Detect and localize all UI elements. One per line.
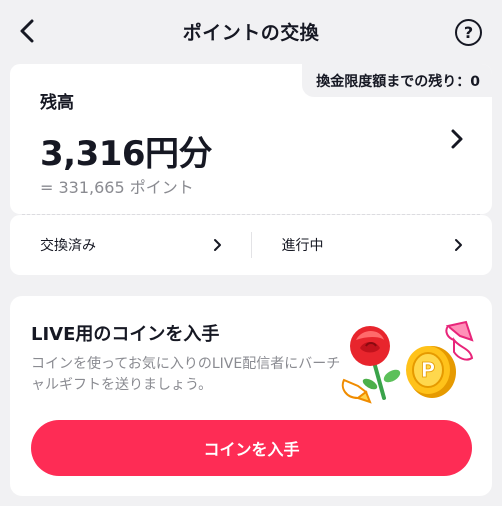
history-card: 交換済み 進行中 [10,215,492,275]
coin-title: LIVE用のコインを入手 [31,324,220,345]
back-button[interactable] [14,18,40,44]
in-progress-link[interactable]: 進行中 [252,215,493,275]
gift-illustration: P [341,320,474,404]
coin-promo-card: LIVE用のコインを入手 コインを使ってお気に入りのLIVE配信者にバーチャルギ… [10,296,492,496]
balance-card[interactable]: 換金限度額までの残り：0 残高 3,316円分 = 331,665 ポイント [10,64,492,214]
exchanged-label: 交換済み [40,238,96,254]
top-bar: ポイントの交換 ? [0,0,502,62]
question-circle-icon: ? [463,23,474,42]
page-title: ポイントの交換 [182,21,320,44]
in-progress-label: 進行中 [281,238,324,254]
chevron-right-icon[interactable] [448,128,466,150]
coin-icon: P [406,346,456,398]
get-coins-button[interactable]: コインを入手 [31,420,472,476]
chevron-left-icon [20,19,34,43]
coin-description: コインを使ってお気に入りのLIVE配信者にバーチャルギフトを送りましょう。 [31,356,341,393]
help-button[interactable]: ? [455,19,482,46]
balance-label: 残高 [40,93,74,113]
chevron-right-icon [455,239,462,251]
ribbon-icon [445,320,474,361]
balance-amount: 3,316円分 [40,134,213,174]
chevron-right-icon [213,239,221,251]
withdrawal-limit-badge: 換金限度額までの残り：0 [302,64,492,97]
exchanged-history-link[interactable]: 交換済み [10,215,251,275]
coin-symbol: P [421,358,436,382]
balance-points: = 331,665 ポイント [40,178,194,197]
